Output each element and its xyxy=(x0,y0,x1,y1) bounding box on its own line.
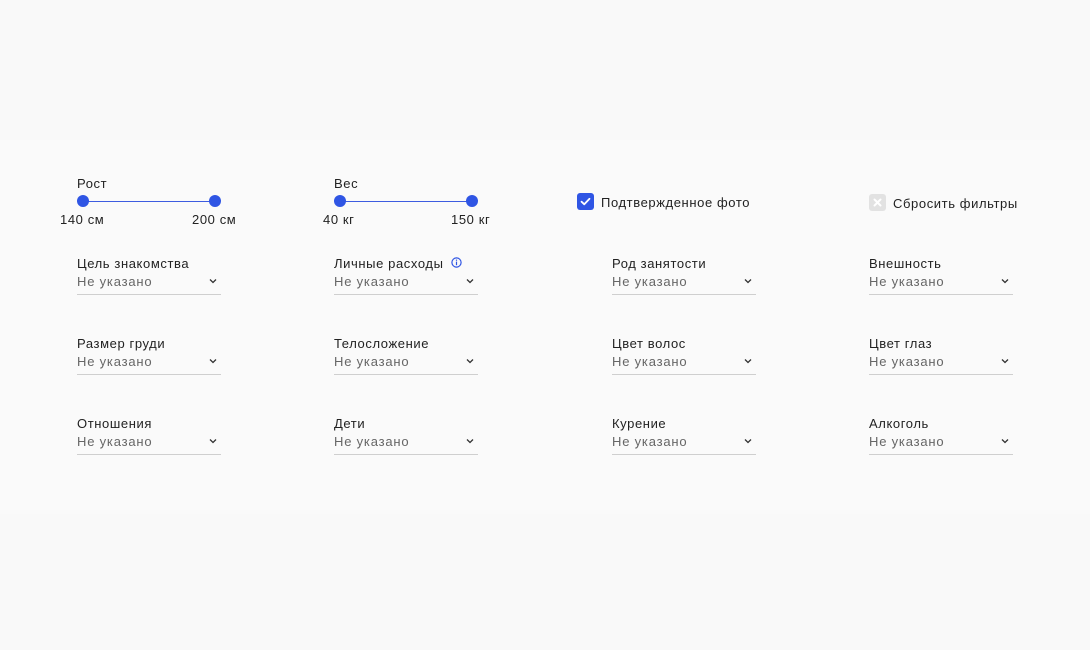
select-value: Не указано xyxy=(869,274,945,289)
filter-select-hair-color[interactable]: Не указано xyxy=(612,354,756,375)
select-value: Не указано xyxy=(334,354,410,369)
filter-label-alcohol: Алкоголь xyxy=(869,416,929,431)
chevron-down-icon xyxy=(466,439,474,444)
select-value: Не указано xyxy=(77,354,153,369)
filter-select-alcohol[interactable]: Не указано xyxy=(869,434,1013,455)
select-value: Не указано xyxy=(77,434,153,449)
reset-filters-icon-box[interactable] xyxy=(869,194,886,211)
filter-label-occupation: Род занятости xyxy=(612,256,707,271)
weight-min-value: 40 кг xyxy=(323,212,355,227)
filter-label-breast-size: Размер груди xyxy=(77,336,166,351)
weight-slider-max-thumb[interactable] xyxy=(466,195,478,207)
chevron-down-icon xyxy=(744,279,752,284)
filter-label-appearance: Внешность xyxy=(869,256,942,271)
filter-select-relationship[interactable]: Не указано xyxy=(77,434,221,455)
weight-slider-track[interactable] xyxy=(340,201,472,202)
check-icon xyxy=(580,197,591,206)
chevron-down-icon xyxy=(1001,439,1009,444)
filter-select-eye-color[interactable]: Не указано xyxy=(869,354,1013,375)
filter-label-hair-color: Цвет волос xyxy=(612,336,686,351)
chevron-down-icon xyxy=(209,359,217,364)
height-slider-max-thumb[interactable] xyxy=(209,195,221,207)
weight-slider-min-thumb[interactable] xyxy=(334,195,346,207)
height-slider-min-thumb[interactable] xyxy=(77,195,89,207)
weight-slider-label: Вес xyxy=(334,176,359,191)
filter-select-children[interactable]: Не указано xyxy=(334,434,478,455)
close-icon xyxy=(873,198,882,207)
info-icon[interactable] xyxy=(451,257,462,268)
filter-select-breast-size[interactable]: Не указано xyxy=(77,354,221,375)
verified-photo-checkbox[interactable] xyxy=(577,193,594,210)
filter-select-body-type[interactable]: Не указано xyxy=(334,354,478,375)
filter-label-relationship: Отношения xyxy=(77,416,153,431)
chevron-down-icon xyxy=(466,359,474,364)
select-value: Не указано xyxy=(334,434,410,449)
filter-label-body-type: Телосложение xyxy=(334,336,430,351)
select-value: Не указано xyxy=(77,274,153,289)
filter-label-eye-color: Цвет глаз xyxy=(869,336,933,351)
filter-label-personal-expenses: Личные расходы xyxy=(334,256,444,271)
filter-select-personal-expenses[interactable]: Не указано xyxy=(334,274,478,295)
select-value: Не указано xyxy=(612,434,688,449)
select-value: Не указано xyxy=(869,354,945,369)
height-min-value: 140 см xyxy=(60,212,105,227)
height-max-value: 200 см xyxy=(192,212,237,227)
filter-select-occupation[interactable]: Не указано xyxy=(612,274,756,295)
select-value: Не указано xyxy=(612,274,688,289)
chevron-down-icon xyxy=(1001,359,1009,364)
chevron-down-icon xyxy=(744,439,752,444)
select-value: Не указано xyxy=(612,354,688,369)
chevron-down-icon xyxy=(209,439,217,444)
filter-select-appearance[interactable]: Не указано xyxy=(869,274,1013,295)
filter-label-dating-goal: Цель знакомства xyxy=(77,256,190,271)
height-slider-track[interactable] xyxy=(83,201,215,202)
verified-photo-label[interactable]: Подтвержденное фото xyxy=(601,195,750,210)
chevron-down-icon xyxy=(466,279,474,284)
chevron-down-icon xyxy=(744,359,752,364)
filter-label-smoking: Курение xyxy=(612,416,667,431)
filter-select-dating-goal[interactable]: Не указано xyxy=(77,274,221,295)
select-value: Не указано xyxy=(334,274,410,289)
height-slider-label: Рост xyxy=(77,176,108,191)
chevron-down-icon xyxy=(1001,279,1009,284)
filter-label-children: Дети xyxy=(334,416,366,431)
filter-select-smoking[interactable]: Не указано xyxy=(612,434,756,455)
weight-max-value: 150 кг xyxy=(451,212,491,227)
reset-filters-button[interactable]: Сбросить фильтры xyxy=(893,196,1018,211)
chevron-down-icon xyxy=(209,279,217,284)
select-value: Не указано xyxy=(869,434,945,449)
